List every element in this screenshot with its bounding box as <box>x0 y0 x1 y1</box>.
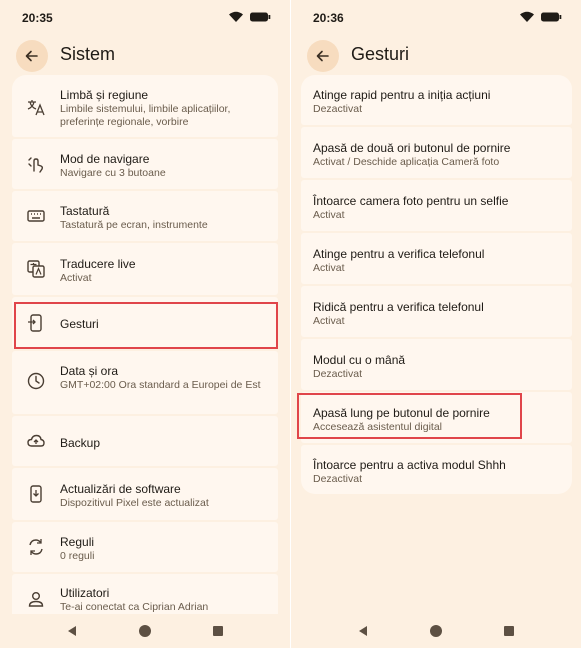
highlight-long-press-power <box>297 393 522 439</box>
settings-item-language[interactable]: Limbă și regiune Limbile sistemului, lim… <box>12 75 278 137</box>
item-title: Atinge pentru a verifica telefonul <box>313 247 485 261</box>
gesture-item-tap-to-check[interactable]: Atinge pentru a verifica telefonul Activ… <box>301 233 572 284</box>
settings-item-live-translate[interactable]: Traducere live Activat <box>12 243 278 295</box>
item-subtitle: Te-ai conectat ca Ciprian Adrian <box>60 601 209 613</box>
arrow-back-icon <box>25 50 38 62</box>
app-bar: Sistem <box>16 40 278 72</box>
item-subtitle: Activat <box>60 272 92 284</box>
status-time: 20:36 <box>313 11 344 25</box>
page-title: Gesturi <box>351 44 410 64</box>
wifi-icon <box>520 11 534 22</box>
keyboard-icon <box>27 210 45 222</box>
navigation-bar <box>0 614 290 648</box>
system-settings-screen: 20:35 Sistem Limbă și regiune Limbile si… <box>0 0 290 648</box>
highlight-gestures <box>14 302 278 349</box>
arrow-back-icon <box>316 50 329 62</box>
item-subtitle: Dezactivat <box>313 473 363 485</box>
settings-item-date-time[interactable]: Data și ora GMT+02:00 Ora standard a Eur… <box>12 351 278 414</box>
item-subtitle: Tastatură pe ecran, instrumente <box>60 219 208 231</box>
item-subtitle: Limbile sistemului, limbile aplicațiilor… <box>60 103 231 128</box>
item-title: Traducere live <box>60 257 136 271</box>
settings-item-keyboard[interactable]: Tastatură Tastatură pe ecran, instrument… <box>12 191 278 241</box>
item-title: Limbă și regiune <box>60 88 149 102</box>
settings-item-rules[interactable]: Reguli 0 reguli <box>12 522 278 572</box>
live-translate-icon <box>27 260 45 278</box>
status-icons <box>520 11 562 22</box>
gesture-item-quick-tap[interactable]: Atinge rapid pentru a iniția acțiuni Dez… <box>301 75 572 125</box>
nav-home-icon[interactable] <box>139 625 151 637</box>
navigation-bar <box>291 614 581 648</box>
item-subtitle: Activat <box>313 209 345 221</box>
settings-item-software-update[interactable]: Actualizări de software Dispozitivul Pix… <box>12 468 278 520</box>
item-title: Tastatură <box>60 204 110 218</box>
settings-item-navigation[interactable]: Mod de navigare Navigare cu 3 butoane <box>12 139 278 189</box>
item-subtitle: 0 reguli <box>60 550 95 562</box>
item-title: Întoarce pentru a activa modul Shhh <box>313 458 506 472</box>
page-title: Sistem <box>60 44 116 64</box>
clock-icon <box>27 372 45 390</box>
app-bar: Gesturi <box>307 40 569 72</box>
gesture-item-double-press-power[interactable]: Apasă de două ori butonul de pornire Act… <box>301 127 572 178</box>
status-time: 20:35 <box>22 11 53 25</box>
item-title: Mod de navigare <box>60 152 150 166</box>
item-subtitle: Dezactivat <box>313 103 363 115</box>
gesture-item-one-handed[interactable]: Modul cu o mână Dezactivat <box>301 339 572 390</box>
item-subtitle: Activat / Deschide aplicația Cameră foto <box>313 156 500 168</box>
item-title: Backup <box>60 436 101 450</box>
nav-back-icon[interactable] <box>357 625 369 637</box>
item-subtitle: Activat <box>313 315 345 327</box>
gesture-item-flip-to-shhh[interactable]: Întoarce pentru a activa modul Shhh Deza… <box>301 445 572 494</box>
rules-icon <box>29 539 43 555</box>
battery-icon <box>541 12 559 22</box>
battery-icon <box>250 12 268 22</box>
item-title: Ridică pentru a verifica telefonul <box>313 300 484 314</box>
nav-recents-icon[interactable] <box>213 626 223 636</box>
item-title: Utilizatori <box>60 586 110 600</box>
nav-back-icon[interactable] <box>66 625 78 637</box>
nav-home-icon[interactable] <box>430 625 442 637</box>
item-title: Modul cu o mână <box>313 353 406 367</box>
settings-item-backup[interactable]: Backup <box>12 416 278 466</box>
item-title: Apasă de două ori butonul de pornire <box>313 141 511 155</box>
nav-recents-icon[interactable] <box>504 626 514 636</box>
item-subtitle: GMT+02:00 Ora standard a Europei de Est <box>60 379 261 391</box>
translate-icon <box>27 100 45 116</box>
status-icons <box>229 11 271 22</box>
gesture-item-flip-camera[interactable]: Întoarce camera foto pentru un selfie Ac… <box>301 180 572 231</box>
item-title: Reguli <box>60 535 95 549</box>
item-title: Data și ora <box>60 364 119 378</box>
cloud-upload-icon <box>27 434 45 447</box>
gestures-settings-screen: 20:36 Gesturi Atinge rapid pentru a iniț… <box>291 0 581 648</box>
system-update-icon <box>30 485 42 503</box>
item-title: Atinge rapid pentru a iniția acțiuni <box>313 88 491 102</box>
item-subtitle: Dezactivat <box>313 368 363 380</box>
item-title: Întoarce camera foto pentru un selfie <box>313 194 509 208</box>
back-button[interactable] <box>16 40 48 72</box>
wifi-icon <box>229 11 243 22</box>
gesture-item-lift-to-check[interactable]: Ridică pentru a verifica telefonul Activ… <box>301 286 572 337</box>
item-subtitle: Navigare cu 3 butoane <box>60 167 166 179</box>
status-bar: 20:35 <box>18 8 272 26</box>
status-bar: 20:36 <box>309 8 563 26</box>
item-subtitle: Dispozitivul Pixel este actualizat <box>60 497 209 509</box>
back-button[interactable] <box>307 40 339 72</box>
person-icon <box>28 592 44 607</box>
gesture-hand-icon <box>28 157 44 173</box>
item-subtitle: Activat <box>313 262 345 274</box>
item-title: Actualizări de software <box>60 482 181 496</box>
